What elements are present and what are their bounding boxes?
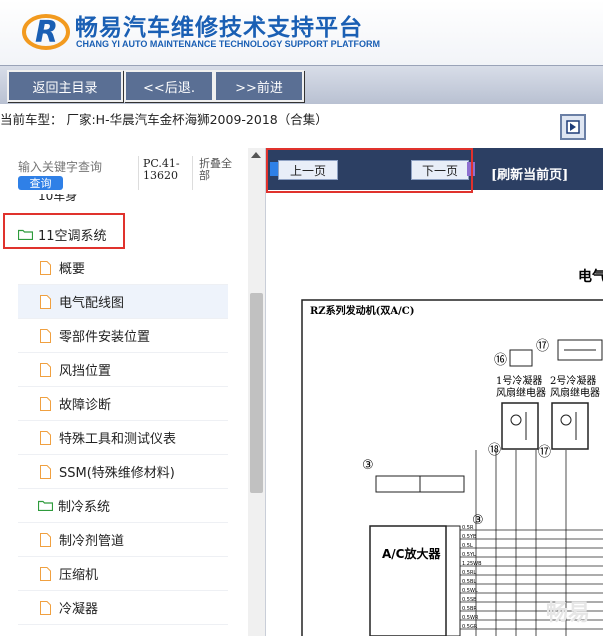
tree-item-label: 概要: [59, 262, 86, 277]
callout-3: ③: [362, 458, 374, 473]
highlight-box-tree: [3, 213, 125, 249]
relay1-label-line1: 1号冷凝器: [496, 374, 542, 387]
document-icon: [40, 566, 51, 581]
brand-title: 畅易汽车维修技术支持平台: [75, 15, 363, 41]
document-code: PC.41-13620: [143, 157, 180, 182]
tree-item[interactable]: 制冷剂管道: [18, 523, 228, 557]
divider: [138, 156, 139, 190]
wire-label: 0.5YL: [462, 552, 476, 558]
tree-item-label: 特殊工具和测试仪表: [59, 432, 177, 447]
ac-amplifier-label: A/C放大器: [382, 546, 441, 561]
home-button[interactable]: 返回主目录: [7, 70, 123, 102]
document-icon: [40, 260, 51, 275]
callout-17: ⑰: [536, 339, 549, 354]
document-icon: [40, 532, 51, 547]
wiring-diagram: 电气 RZ系列发动机(双A/C) ⑯ ⑰ ⑱ ⑰ ③ ③ 1号冷凝器 风扇继电器…: [301, 268, 603, 636]
wire-label: 0.5YB: [462, 534, 477, 540]
wire-label: 0.5R: [462, 525, 474, 531]
document-icon: [40, 396, 51, 411]
relay1-label-line2: 风扇继电器: [496, 386, 546, 399]
callout-3b: ③: [472, 513, 484, 528]
expand-panel-button[interactable]: [560, 114, 586, 140]
app-logo: R: [22, 14, 70, 50]
highlight-box-pager: [266, 148, 473, 193]
wire-label: 0.5BR: [462, 606, 477, 612]
callout-18: ⑱: [488, 443, 501, 458]
tree-item[interactable]: 制冷系统: [18, 489, 228, 523]
document-icon: [40, 600, 51, 615]
tree-item[interactable]: 特殊工具和测试仪表: [18, 421, 228, 455]
current-model-text: 当前车型： 厂家:H-华晨汽车金杯海狮2009-2018（合集）: [0, 112, 328, 127]
tree-item[interactable]: 零部件安装位置: [18, 319, 228, 353]
document-icon: [40, 294, 51, 309]
document-icon: [40, 430, 51, 445]
callout-16: ⑯: [494, 353, 507, 368]
tree-item-label: 故障诊断: [59, 398, 112, 413]
wire-label: 0.5BL: [462, 579, 476, 585]
tree-item-label: 冷凝器: [59, 602, 99, 617]
scrollbar-thumb[interactable]: [250, 293, 263, 493]
app-header: R 畅易汽车维修技术支持平台 CHANG YI AUTO MAINTENANCE…: [0, 0, 603, 65]
divider: [192, 156, 193, 190]
document-icon: [40, 362, 51, 377]
tree-item[interactable]: 电气配线图: [18, 285, 228, 319]
tree-item[interactable]: SSM(特殊维修材料): [18, 455, 228, 489]
relay-1: [501, 402, 539, 450]
wire-label: 0.5L: [462, 543, 473, 549]
page-heading: 电气: [578, 268, 603, 285]
diagram-title: RZ系列发动机(双A/C): [310, 304, 414, 317]
wire-label: 1.25WB: [462, 561, 482, 567]
forward-button[interactable]: >>前进: [214, 70, 304, 102]
tree-item-partial[interactable]: 10车身: [18, 194, 77, 206]
nav-bar: 返回主目录 <<后退. >>前进: [0, 65, 603, 105]
tree-item-label: 压缩机: [59, 568, 99, 583]
tree-item[interactable]: 冷凝器: [18, 591, 228, 625]
document-icon: [40, 328, 51, 343]
tree-item-label: 制冷系统: [58, 500, 111, 515]
wire-label: 0.5RL: [462, 570, 476, 576]
ac-amplifier-box: [369, 525, 447, 636]
search-button[interactable]: 查询: [18, 176, 63, 190]
connector-16: [509, 349, 533, 367]
folder-icon: [37, 500, 54, 512]
wiring-diagram-page: 电气 RZ系列发动机(双A/C) ⑯ ⑰ ⑱ ⑰ ③ ③ 1号冷凝器 风扇继电器…: [266, 190, 603, 636]
tree-item[interactable]: 故障诊断: [18, 387, 228, 421]
refresh-page-button[interactable]: [刷新当前页]: [491, 164, 568, 183]
panel-toggle-icon: [566, 120, 580, 134]
scroll-up-arrow-icon[interactable]: [251, 152, 261, 158]
tree-item[interactable]: 压缩机: [18, 557, 228, 591]
tree-item-label: 风挡位置: [59, 364, 112, 379]
relay-2: [551, 402, 589, 450]
document-viewer: 上一页 下一页 [刷新当前页] 电气 RZ系列发动机(双A/C) ⑯ ⑰ ⑱ ⑰…: [266, 148, 603, 636]
tree-item-label: 10车身: [38, 194, 78, 203]
tree-item[interactable]: 风挡位置: [18, 353, 228, 387]
tree-item-label: 制冷剂管道: [59, 534, 125, 549]
relay2-label-line2: 风扇继电器: [550, 386, 600, 399]
logo-letter: R: [35, 15, 58, 50]
tree-item-label: SSM(特殊维修材料): [59, 466, 175, 481]
wire-label: 0.5GR: [462, 624, 478, 630]
watermark: 畅易: [546, 601, 590, 626]
search-row: 查询 PC.41-13620 折叠全部: [0, 148, 248, 198]
back-button[interactable]: <<后退.: [124, 70, 214, 102]
relay2-label-line1: 2号冷凝器: [550, 374, 596, 387]
wire-label: 0.5WL: [462, 588, 478, 594]
tree-item-label: 电气配线图: [59, 296, 125, 311]
document-icon: [40, 464, 51, 479]
brand-subtitle: CHANG YI AUTO MAINTENANCE TECHNOLOGY SUP…: [76, 39, 381, 49]
callout-17b: ⑰: [538, 445, 551, 460]
wire-label: 0.5SB: [462, 597, 477, 603]
model-bar: 当前车型： 厂家:H-华晨汽车金杯海狮2009-2018（合集）: [0, 104, 603, 148]
tree-item-label: 零部件安装位置: [59, 330, 151, 345]
tree-item[interactable]: 概要: [18, 251, 228, 285]
collapse-all-button[interactable]: 折叠全部: [199, 158, 237, 182]
search-input[interactable]: [18, 160, 128, 174]
